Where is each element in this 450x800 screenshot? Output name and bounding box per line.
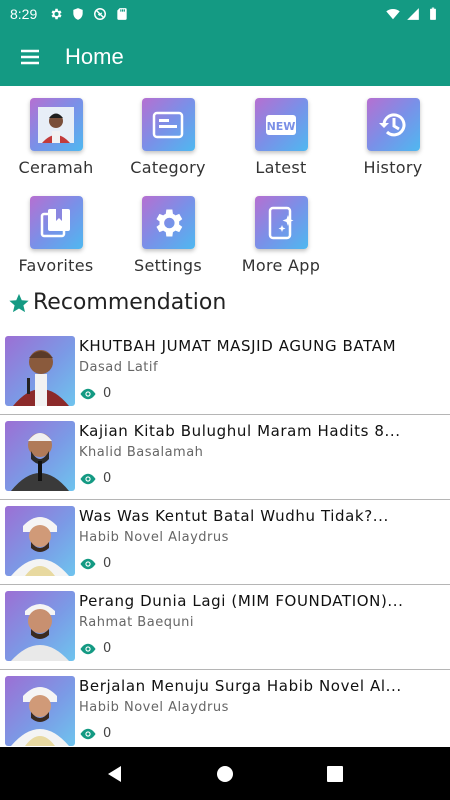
status-icons-right <box>386 7 440 21</box>
shield-icon <box>71 7 85 21</box>
home-circle-icon <box>217 765 233 782</box>
eye-icon <box>80 388 96 399</box>
back-button[interactable] <box>95 754 135 794</box>
system-nav-bar <box>0 747 450 800</box>
video-views: 0 <box>79 556 111 571</box>
star-icon <box>9 293 29 312</box>
menu-item-label: Latest <box>255 158 307 177</box>
views-count: 0 <box>103 726 112 741</box>
menu-item-latest[interactable]: NEW Latest <box>225 90 337 182</box>
video-author: Khalid Basalamah <box>79 445 204 460</box>
video-thumbnail <box>5 506 75 576</box>
video-title: KHUTBAH JUMAT MASJID AGUNG BATAM <box>79 337 397 355</box>
video-list-item[interactable]: Perang Dunia Lagi (MIM FOUNDATION)... Ra… <box>0 585 450 670</box>
status-icons-left <box>49 7 129 21</box>
back-triangle-icon <box>108 765 121 782</box>
video-views: 0 <box>79 726 111 741</box>
video-thumbnail <box>5 676 75 746</box>
menu-item-favorites[interactable]: Favorites <box>0 188 112 280</box>
signal-icon <box>406 7 420 21</box>
eye-icon <box>80 558 96 569</box>
settings-icon <box>141 196 195 249</box>
status-bar: 8:29 <box>0 0 450 28</box>
recommendation-header: Recommendation <box>8 290 226 315</box>
battery-icon <box>426 7 440 21</box>
menu-item-label: Ceramah <box>18 158 94 177</box>
eye-icon <box>80 728 96 739</box>
video-list-item[interactable]: KHUTBAH JUMAT MASJID AGUNG BATAM Dasad L… <box>0 330 450 415</box>
video-author: Dasad Latif <box>79 360 159 375</box>
views-count: 0 <box>103 471 112 486</box>
menu-item-label: History <box>363 158 423 177</box>
video-author: Habib Novel Alaydrus <box>79 530 229 545</box>
menu-item-settings[interactable]: Settings <box>112 188 224 280</box>
wifi-icon <box>386 7 400 21</box>
menu-item-ceramah[interactable]: Ceramah <box>0 90 112 182</box>
menu-item-more-app[interactable]: More App <box>225 188 337 280</box>
video-views: 0 <box>79 641 111 656</box>
new-badge-icon: NEW <box>254 98 308 151</box>
recents-square-icon <box>327 765 343 782</box>
recents-button[interactable] <box>315 754 355 794</box>
views-count: 0 <box>103 641 112 656</box>
views-count: 0 <box>103 386 112 401</box>
video-thumbnail <box>5 336 75 406</box>
video-title: Berjalan Menuju Surga Habib Novel Al... <box>79 677 402 695</box>
menu-button[interactable] <box>0 28 60 86</box>
bookmark-icon <box>29 196 83 249</box>
video-title: Was Was Kentut Batal Wudhu Tidak?... <box>79 507 389 525</box>
svg-text:NEW: NEW <box>267 120 296 133</box>
status-time: 8:29 <box>10 6 38 22</box>
sd-card-icon <box>115 7 129 21</box>
video-list-item[interactable]: Kajian Kitab Bulughul Maram Hadits 8... … <box>0 415 450 500</box>
eye-icon <box>80 643 96 654</box>
menu-item-history[interactable]: History <box>337 90 449 182</box>
menu-item-category[interactable]: Category <box>112 90 224 182</box>
menu-item-label: Category <box>130 158 206 177</box>
video-title: Kajian Kitab Bulughul Maram Hadits 8... <box>79 422 401 440</box>
more-app-icon <box>254 196 308 249</box>
video-thumbnail <box>5 591 75 661</box>
video-title: Perang Dunia Lagi (MIM FOUNDATION)... <box>79 592 404 610</box>
no-sync-icon <box>93 7 107 21</box>
gear-icon <box>49 7 63 21</box>
video-views: 0 <box>79 471 111 486</box>
history-icon <box>366 98 420 151</box>
video-author: Rahmat Baequni <box>79 615 195 630</box>
page-title: Home <box>65 44 124 69</box>
video-thumbnail <box>5 421 75 491</box>
speaker-photo-icon <box>29 98 83 151</box>
eye-icon <box>80 473 96 484</box>
views-count: 0 <box>103 556 112 571</box>
app-bar: Home <box>0 28 450 86</box>
video-views: 0 <box>79 386 111 401</box>
video-list-item[interactable]: Was Was Kentut Batal Wudhu Tidak?... Hab… <box>0 500 450 585</box>
hamburger-icon <box>21 49 39 65</box>
menu-item-label: Favorites <box>18 256 94 275</box>
home-button[interactable] <box>205 754 245 794</box>
video-list-item[interactable]: Berjalan Menuju Surga Habib Novel Al... … <box>0 670 450 755</box>
menu-item-label: More App <box>241 256 321 275</box>
category-icon <box>141 98 195 151</box>
video-author: Habib Novel Alaydrus <box>79 700 229 715</box>
menu-item-label: Settings <box>133 256 203 275</box>
section-title: Recommendation <box>33 290 227 315</box>
